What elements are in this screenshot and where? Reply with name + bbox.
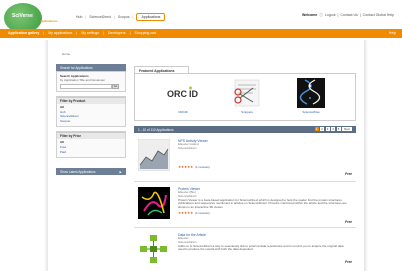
contact-link[interactable]: Contact Us	[340, 13, 357, 18]
list-item: Protein Viewer Elsevier (Bio) ScienceDir…	[134, 184, 356, 228]
filter-price-paid[interactable]: Paid	[60, 150, 122, 155]
content-shadow-right	[364, 40, 368, 271]
orcid-logo: ORC ID	[165, 78, 201, 108]
nav-separator: |	[43, 30, 45, 35]
nav-separator: |	[85, 15, 87, 19]
arrow-right-icon: ▶	[119, 170, 122, 175]
page-4[interactable]: 4	[331, 127, 335, 132]
logout-link[interactable]: Logout	[325, 13, 336, 18]
results-header: 1 - 10 of 110 Applications 1 2 3 4 5 Nex…	[134, 126, 356, 133]
featured-caption: ORCID	[178, 110, 188, 114]
breadcrumb[interactable]: Home	[62, 52, 70, 56]
app-price: Free	[345, 172, 352, 176]
reviews-link[interactable]: (1 reviews)	[195, 211, 210, 215]
app-description: Protein Viewer is a Java-based applicati…	[178, 197, 347, 209]
app-nav: Application gallery | My applications | …	[8, 31, 156, 35]
sidebar: Search for Applications Search Applicati…	[56, 64, 126, 176]
welcome-text: Welcome	[301, 13, 318, 17]
nav-separator: |	[129, 30, 131, 35]
user-icon[interactable]: ⓘ	[319, 13, 323, 18]
product-filter: Filter by Product All Hub ScienceDirect …	[56, 96, 126, 128]
featured-caption: ScienceWise	[302, 110, 320, 114]
nav-sciencedirect[interactable]: ScienceDirect	[89, 15, 111, 19]
price-filter: Filter by Price All Free Paid	[56, 131, 126, 159]
nav-separator: |	[102, 30, 104, 35]
sciencewise-icon	[293, 78, 329, 108]
logo-text: SciVerse	[12, 13, 33, 19]
nav-shopping-cart[interactable]: Shopping cart	[135, 31, 157, 35]
featured-item-orcid[interactable]: ORC ID ORCID	[165, 78, 201, 114]
nav-applications[interactable]: Applications	[136, 13, 166, 21]
rating-stars: ★★★★★	[178, 211, 194, 216]
featured-tab[interactable]: Featured Applications	[134, 66, 189, 73]
page-3[interactable]: 3	[325, 127, 330, 132]
top-nav: Hub | ScienceDirect | Scopus | Applicati…	[76, 13, 166, 21]
nav-my-settings[interactable]: My settings	[81, 31, 99, 35]
app-thumbnail[interactable]	[138, 187, 170, 219]
nav-hub[interactable]: Hub	[76, 15, 82, 19]
nav-separator: |	[132, 15, 134, 19]
global-help-link[interactable]: Contact Global Help	[363, 13, 394, 18]
search-button[interactable]: Go	[112, 84, 119, 89]
featured-panel: ORC ID ORCID Snippets ScienceWise	[134, 73, 356, 121]
list-item: Data for the Article Elsevier ScienceDir…	[134, 230, 356, 271]
page-1[interactable]: 1	[314, 127, 319, 132]
nav-separator: |	[113, 15, 115, 19]
app-product: ScienceDirect	[178, 145, 197, 150]
app-thumbnail[interactable]	[138, 233, 170, 265]
snippets-icon	[229, 78, 265, 108]
app-nav-bar: Application gallery | My applications | …	[0, 29, 402, 38]
separator: |	[337, 13, 339, 17]
page-2[interactable]: 2	[320, 127, 324, 132]
nav-application-gallery[interactable]: Application gallery	[8, 31, 39, 35]
next-page[interactable]: Next	[342, 127, 352, 132]
search-box: Search Applications by Application Title…	[56, 71, 126, 92]
nav-developers[interactable]: Developers	[108, 31, 126, 35]
app-price: Free	[345, 260, 352, 264]
top-bar: SciVerse applications Hub | ScienceDirec…	[0, 0, 402, 33]
page-5[interactable]: 5	[336, 127, 341, 132]
svg-text:ORC: ORC	[167, 89, 188, 99]
search-hint: by Application Title and Developer	[60, 78, 106, 82]
app-price: Free	[345, 220, 352, 224]
list-item: NPS Activity Viewer Elsevier Ireland Sci…	[134, 136, 356, 182]
results-count: 1 - 10 of 110 Applications	[138, 127, 174, 132]
pagination: 1 2 3 4 5 Next	[314, 127, 352, 132]
app-thumbnail[interactable]	[137, 138, 171, 172]
show-latest-label: Show Latest Applications	[60, 170, 96, 175]
featured-item-snippets[interactable]: Snippets	[229, 78, 265, 114]
sidebar-header: Search for Applications	[56, 64, 126, 71]
help-link[interactable]: Help	[389, 31, 396, 35]
featured-caption: Snippets	[241, 110, 253, 114]
nav-separator: |	[76, 30, 78, 35]
logo-subtitle: applications	[40, 19, 58, 23]
svg-text:ID: ID	[189, 89, 199, 99]
show-latest-button[interactable]: Show Latest Applications ▶	[56, 168, 126, 176]
nav-scopus[interactable]: Scopus	[118, 15, 130, 19]
separator: |	[359, 13, 361, 17]
filter-product-title: Filter by Product	[57, 97, 125, 104]
user-area: Welcome ⓘ Logout | Contact Us | Contact …	[302, 13, 394, 18]
nav-my-applications[interactable]: My applications	[48, 31, 72, 35]
filter-product-scopus[interactable]: Scopus	[60, 119, 122, 124]
search-input[interactable]	[60, 84, 112, 89]
app-description: Adds on to ScienceDirect a way to seamle…	[178, 243, 344, 252]
filter-price-title: Filter by Price	[57, 132, 125, 140]
featured-item-sciencewise[interactable]: ScienceWise	[293, 78, 329, 114]
reviews-link[interactable]: (1 reviews)	[195, 165, 210, 169]
rating-stars: ★★★★★	[178, 164, 194, 169]
